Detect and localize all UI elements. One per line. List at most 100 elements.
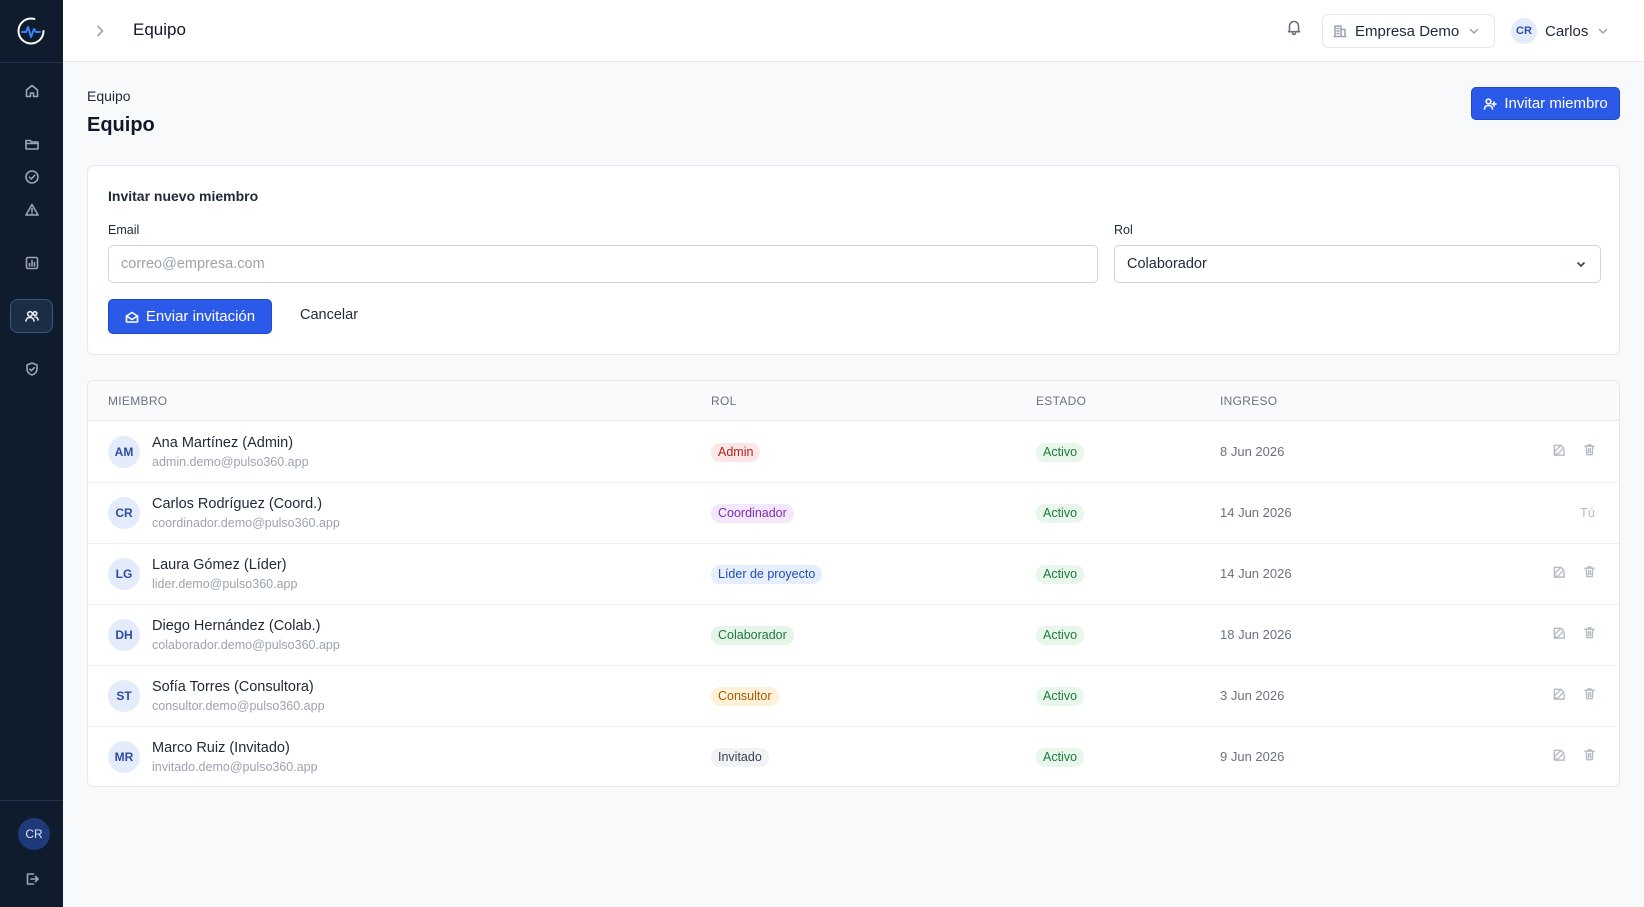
status-badge: Activo bbox=[1036, 504, 1085, 523]
users-icon bbox=[24, 310, 39, 322]
role-badge: Admin bbox=[711, 443, 761, 462]
topbar-title: Equipo bbox=[133, 20, 186, 39]
edit-icon[interactable] bbox=[1552, 686, 1567, 701]
members-table: MIEMBRO ROL ESTADO INGRESO AM Ana Martíne… bbox=[87, 380, 1620, 787]
role-select-value: Colaborador bbox=[1127, 256, 1207, 272]
user-name: Carlos bbox=[1545, 22, 1589, 40]
chevron-right-icon bbox=[96, 25, 104, 37]
edit-icon[interactable] bbox=[1552, 442, 1567, 457]
edit-icon[interactable] bbox=[1552, 564, 1567, 579]
check-circle-icon bbox=[24, 170, 39, 184]
avatar: CR bbox=[1511, 18, 1537, 44]
avatar: ST bbox=[108, 680, 140, 712]
avatar: DH bbox=[108, 619, 140, 651]
table-header: MIEMBRO ROL ESTADO INGRESO bbox=[88, 381, 1619, 421]
sidebar-item-risks[interactable] bbox=[10, 193, 53, 227]
user-menu[interactable]: CR Carlos bbox=[1511, 14, 1610, 48]
member-email: invitado.demo@pulso360.app bbox=[152, 760, 318, 774]
chart-icon bbox=[25, 256, 38, 270]
sidebar: CR bbox=[0, 0, 63, 907]
trash-icon[interactable] bbox=[1582, 564, 1597, 579]
table-row: LG Laura Gómez (Líder) lider.demo@pulso360… bbox=[88, 544, 1619, 605]
alert-triangle-icon bbox=[24, 203, 39, 216]
avatar: LG bbox=[108, 558, 140, 590]
joined-date: 3 Jun 2026 bbox=[1220, 688, 1285, 703]
user-plus-icon bbox=[1484, 97, 1498, 110]
company-name: Empresa Demo bbox=[1355, 22, 1460, 40]
trash-icon[interactable] bbox=[1582, 442, 1597, 457]
joined-date: 18 Jun 2026 bbox=[1220, 627, 1292, 642]
role-badge: Líder de proyecto bbox=[711, 565, 823, 584]
sidebar-item-security[interactable] bbox=[10, 352, 53, 386]
chevron-down-icon bbox=[1599, 28, 1608, 34]
cancel-button[interactable]: Cancelar bbox=[300, 307, 358, 323]
invite-member-label: Invitar miembro bbox=[1504, 95, 1608, 112]
member-email: consultor.demo@pulso360.app bbox=[152, 699, 325, 713]
edit-icon[interactable] bbox=[1552, 747, 1567, 762]
sidebar-user-avatar[interactable]: CR bbox=[18, 818, 50, 850]
row-actions bbox=[1552, 686, 1597, 701]
table-row: CR Carlos Rodríguez (Coord.) coordinador.d… bbox=[88, 483, 1619, 544]
member-name: Carlos Rodríguez (Coord.) bbox=[152, 496, 323, 512]
chevron-down-icon bbox=[1576, 261, 1586, 268]
member-name: Laura Gómez (Líder) bbox=[152, 557, 287, 573]
joined-date: 9 Jun 2026 bbox=[1220, 749, 1285, 764]
member-name: Ana Martínez (Admin) bbox=[152, 435, 294, 451]
avatar: AM bbox=[108, 436, 140, 468]
sidebar-item-tasks[interactable] bbox=[10, 160, 53, 194]
invite-form-card: Invitar nuevo miembro Email correo@empre… bbox=[87, 165, 1620, 355]
row-actions bbox=[1552, 442, 1597, 457]
avatar: CR bbox=[108, 497, 140, 529]
edit-icon[interactable] bbox=[1552, 625, 1567, 640]
top-bar: Equipo Empresa Demo CR Carlos bbox=[63, 0, 1644, 62]
table-row: DH Diego Hernández (Colab.) colaborador.de… bbox=[88, 605, 1619, 666]
email-label: Email bbox=[108, 223, 140, 237]
page-title: Equipo bbox=[87, 114, 155, 136]
bell-icon bbox=[1287, 20, 1301, 36]
column-header-role: ROL bbox=[711, 394, 737, 408]
status-badge: Activo bbox=[1036, 687, 1085, 706]
breadcrumb: Equipo bbox=[87, 88, 131, 104]
joined-date: 14 Jun 2026 bbox=[1220, 566, 1292, 581]
table-row: AM Ana Martínez (Admin) admin.demo@pulso36… bbox=[88, 422, 1619, 483]
row-actions bbox=[1552, 564, 1597, 579]
sidebar-item-projects[interactable] bbox=[10, 127, 53, 161]
sidebar-toggle-button[interactable] bbox=[93, 22, 107, 40]
sidebar-item-home[interactable] bbox=[10, 74, 53, 108]
sidebar-item-team[interactable] bbox=[10, 299, 53, 333]
status-badge: Activo bbox=[1036, 443, 1085, 462]
table-row: ST Sofía Torres (Consultora) consultor.dem… bbox=[88, 666, 1619, 727]
trash-icon[interactable] bbox=[1582, 625, 1597, 640]
logout-icon bbox=[26, 873, 39, 885]
member-name: Sofía Torres (Consultora) bbox=[152, 679, 314, 695]
status-badge: Activo bbox=[1036, 565, 1085, 584]
email-field[interactable]: correo@empresa.com bbox=[108, 245, 1098, 283]
sidebar-divider bbox=[0, 800, 63, 801]
company-selector[interactable]: Empresa Demo bbox=[1322, 14, 1495, 48]
status-badge: Activo bbox=[1036, 748, 1085, 767]
sidebar-item-reports[interactable] bbox=[10, 246, 53, 280]
table-row: MR Marco Ruiz (Invitado) invitado.demo@pul… bbox=[88, 727, 1619, 786]
trash-icon[interactable] bbox=[1582, 747, 1597, 762]
member-email: lider.demo@pulso360.app bbox=[152, 577, 298, 591]
logout-button[interactable] bbox=[10, 862, 53, 896]
joined-date: 8 Jun 2026 bbox=[1220, 444, 1285, 459]
notifications-button[interactable] bbox=[1285, 18, 1307, 40]
status-badge: Activo bbox=[1036, 626, 1085, 645]
send-invitation-label: Enviar invitación bbox=[145, 308, 256, 325]
home-icon bbox=[25, 84, 38, 98]
column-header-joined: INGRESO bbox=[1220, 394, 1278, 408]
member-email: colaborador.demo@pulso360.app bbox=[152, 638, 340, 652]
avatar: MR bbox=[108, 741, 140, 773]
role-select[interactable]: Colaborador bbox=[1114, 245, 1601, 283]
role-badge: Invitado bbox=[711, 748, 769, 767]
member-name: Diego Hernández (Colab.) bbox=[152, 618, 321, 634]
building-icon bbox=[1333, 25, 1347, 38]
app-logo-icon[interactable] bbox=[15, 15, 47, 47]
row-actions bbox=[1552, 625, 1597, 640]
send-invitation-button[interactable]: Enviar invitación bbox=[108, 299, 272, 334]
invite-member-button[interactable]: Invitar miembro bbox=[1471, 87, 1620, 120]
trash-icon[interactable] bbox=[1582, 686, 1597, 701]
invite-form-title: Invitar nuevo miembro bbox=[108, 188, 259, 204]
column-header-status: ESTADO bbox=[1036, 394, 1087, 408]
